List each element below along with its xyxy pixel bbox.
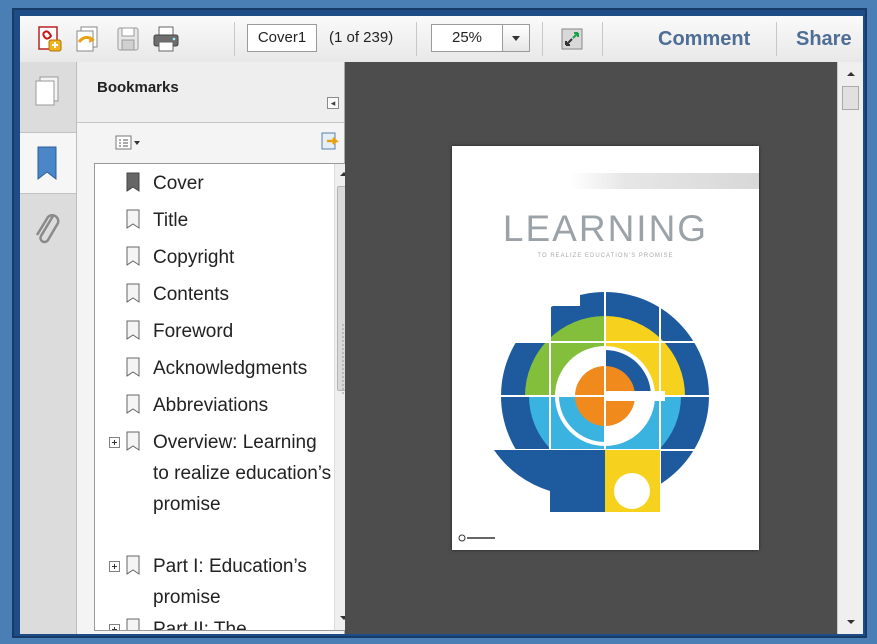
bookmark-item-icon: [126, 431, 140, 451]
bookmarks-header: Bookmarks ◂: [77, 62, 344, 123]
bookmark-tree[interactable]: Cover Title Copyright Contents Foreword …: [94, 163, 354, 631]
bookmark-item-icon: [126, 357, 140, 377]
share-button[interactable]: Share: [796, 16, 852, 62]
cover-title: LEARNING: [502, 208, 709, 249]
toolbar: Cover1 (1 of 239) 25% Comment Share: [20, 16, 863, 63]
scroll-up-arrow-icon[interactable]: [846, 70, 856, 78]
pdf-page-cover: LEARNING TO REALIZE EDUCATION’S PROMISE: [452, 146, 759, 550]
bookmark-label: Foreword: [153, 321, 234, 342]
zoom-dropdown-button[interactable]: [502, 24, 530, 52]
bookmarks-panel: Bookmarks ◂ Cover Title Copyright Conten…: [77, 62, 354, 634]
expand-toggle-icon[interactable]: [109, 437, 120, 448]
fit-page-icon[interactable]: [556, 24, 588, 54]
bookmark-item-icon: [126, 283, 140, 303]
globe-logo-icon: [458, 534, 495, 542]
scroll-down-arrow-icon[interactable]: [846, 618, 856, 626]
attachments-button[interactable]: [20, 202, 76, 262]
document-scrollbar[interactable]: [837, 62, 863, 634]
bookmark-label: Acknowledgments: [153, 358, 308, 379]
bookmark-item-part-two[interactable]: Part II: The: [95, 614, 335, 631]
create-pdf-icon[interactable]: [34, 24, 66, 54]
print-icon[interactable]: [150, 24, 182, 54]
expand-toggle-icon[interactable]: [109, 624, 120, 630]
bookmark-label: Overview: Learning to realize education’…: [153, 432, 332, 515]
bookmark-item-icon: [126, 555, 140, 575]
bookmark-item-overview[interactable]: Overview: Learning to realize education’…: [95, 427, 335, 551]
page-thumbnails-icon: [35, 76, 59, 106]
bookmark-item-abbreviations[interactable]: Abbreviations: [95, 390, 335, 424]
bookmark-label: Copyright: [153, 247, 235, 268]
bookmark-item-icon: [126, 394, 140, 414]
bookmark-label: Part I: Education’s promise: [153, 556, 307, 608]
bookmark-label: Part II: The: [153, 619, 247, 631]
bookmark-icon: [37, 146, 57, 181]
combine-files-icon[interactable]: [72, 24, 104, 54]
expand-toggle-icon[interactable]: [109, 561, 120, 572]
toolbar-separator: [602, 22, 603, 56]
page-count-label: (1 of 239): [329, 29, 394, 46]
bookmark-item-icon: [126, 618, 140, 630]
bookmark-item-part-one[interactable]: Part I: Education’s promise: [95, 551, 335, 613]
paperclip-icon: [35, 214, 60, 244]
bookmark-item-cover[interactable]: Cover: [95, 168, 335, 202]
bookmark-label: Abbreviations: [153, 395, 269, 416]
navigation-pane-strip: [20, 62, 77, 634]
zoom-field[interactable]: 25%: [431, 24, 503, 52]
scroll-thumb[interactable]: [842, 86, 859, 110]
bookmark-item-icon: [126, 209, 140, 229]
bookmark-item-acknowledgments[interactable]: Acknowledgments: [95, 353, 335, 387]
save-icon[interactable]: [112, 24, 144, 54]
toolbar-separator: [542, 22, 543, 56]
bookmarks-toolbar: [77, 123, 344, 163]
bookmark-item-icon: [126, 172, 140, 192]
bookmark-item-icon: [126, 320, 140, 340]
bookmark-item-contents[interactable]: Contents: [95, 279, 335, 313]
bookmark-item-icon: [126, 246, 140, 266]
bookmark-item-copyright[interactable]: Copyright: [95, 242, 335, 276]
options-menu-icon[interactable]: [115, 135, 141, 151]
bookmark-item-foreword[interactable]: Foreword: [95, 316, 335, 350]
toolbar-separator: [234, 22, 235, 56]
bookmark-label: Cover: [153, 173, 204, 194]
expand-bookmark-icon[interactable]: [319, 131, 341, 153]
cover-publisher-logo: [458, 534, 498, 543]
collapse-panel-button[interactable]: ◂: [327, 97, 339, 109]
bookmark-item-title[interactable]: Title: [95, 205, 335, 239]
cover-artwork: [494, 286, 716, 512]
bookmarks-title: Bookmarks: [97, 79, 179, 96]
cover-report-band: [570, 173, 759, 189]
pdf-reader-window: Cover1 (1 of 239) 25% Comment Share Book…: [20, 16, 863, 634]
cover-subtitle: TO REALIZE EDUCATION’S PROMISE: [537, 253, 674, 259]
document-view[interactable]: LEARNING TO REALIZE EDUCATION’S PROMISE: [345, 62, 837, 634]
bookmarks-tab-button[interactable]: [20, 132, 76, 194]
bookmark-label: Contents: [153, 284, 230, 305]
toolbar-separator: [776, 22, 777, 56]
page-number-field[interactable]: Cover1: [247, 24, 317, 52]
page-thumbnails-button[interactable]: [20, 62, 76, 122]
bookmark-label: Title: [153, 210, 189, 231]
toolbar-separator: [416, 22, 417, 56]
comment-button[interactable]: Comment: [658, 16, 750, 62]
